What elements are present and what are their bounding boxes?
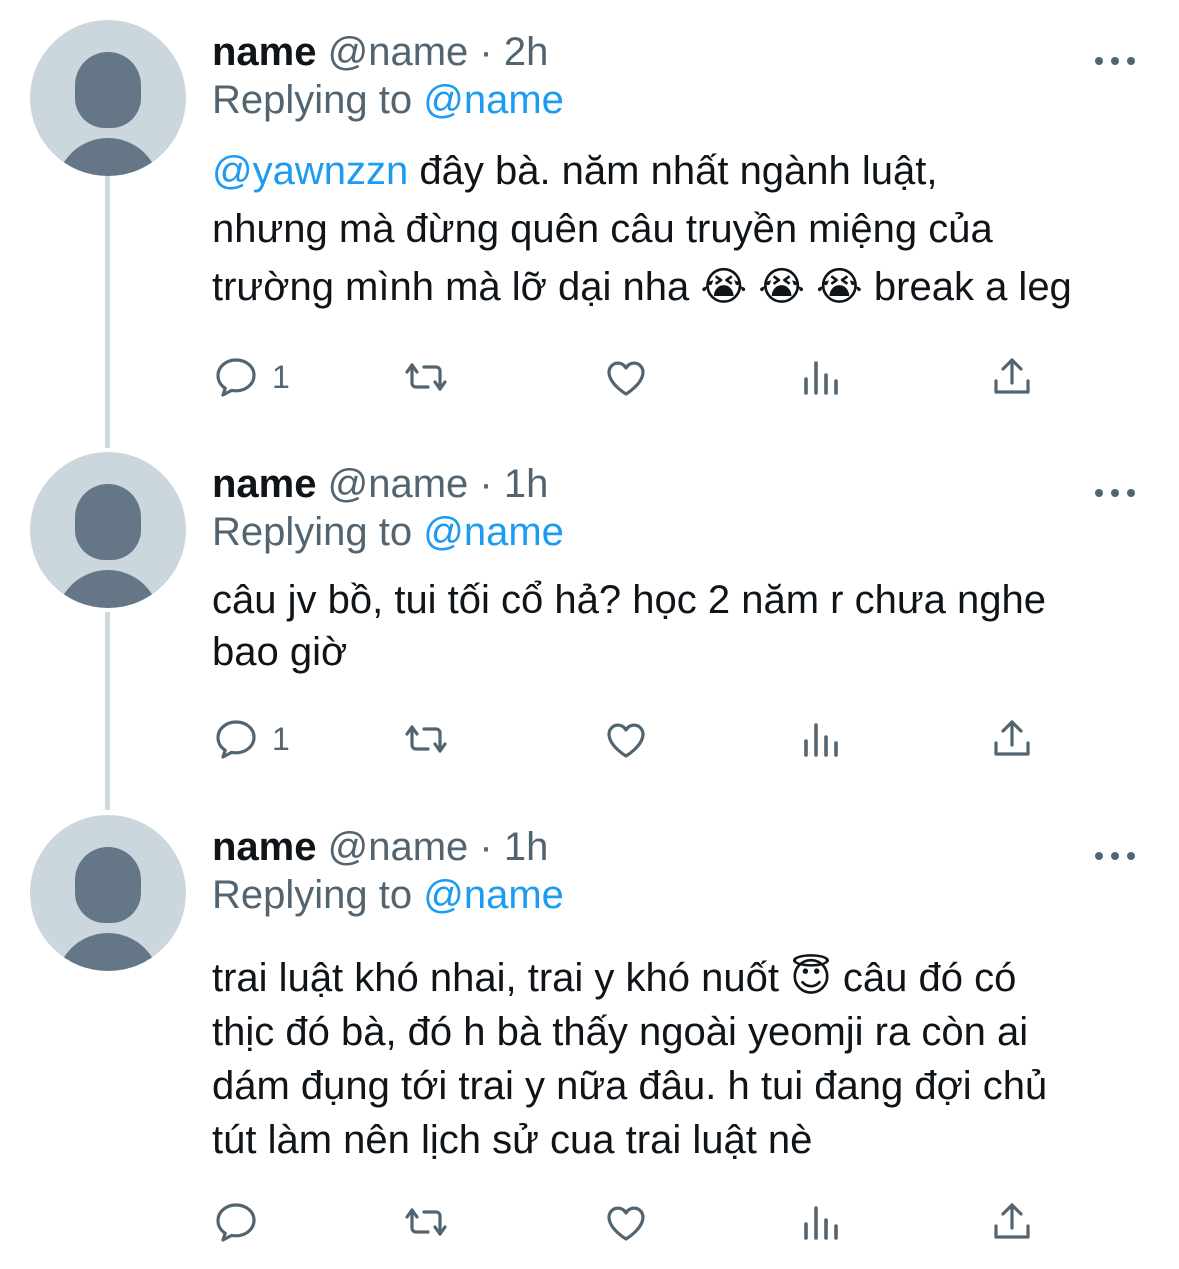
user-handle[interactable]: @name [328,462,469,506]
like-icon [607,723,645,758]
tweet-header: name @name · 1h [212,456,548,512]
reply-icon [216,1203,256,1242]
replying-handle[interactable]: @name [423,510,564,554]
analytics-icon [804,723,838,757]
share-icon [994,1203,1030,1239]
timestamp[interactable]: · 1h [479,462,548,506]
share-button[interactable] [988,1197,1036,1247]
like-icon [607,1206,645,1241]
share-button[interactable] [988,714,1036,764]
default-avatar-icon[interactable] [30,815,186,971]
replying-to: Replying to @name [212,869,564,921]
more-icon[interactable] [1095,488,1135,498]
replying-label: Replying to [212,873,413,917]
reply-button[interactable]: 1 [212,352,290,402]
tweet-actions: 1 [212,714,1072,764]
retweet-button[interactable] [402,352,450,402]
tweet-actions: 1 [212,352,1072,402]
share-button[interactable] [988,352,1036,402]
retweet-icon [405,1208,447,1236]
tweet-text: trai luật khó nhai, trai y khó nuốt 😇 câ… [212,956,1048,1162]
reply-button[interactable] [212,1197,272,1247]
reply-count: 1 [272,358,290,395]
tweet-text: @yawnzzn đây bà. năm nhất ngành luật, nh… [212,142,1152,316]
like-icon [607,361,645,396]
default-avatar-icon[interactable] [30,20,186,176]
reply-button[interactable]: 1 [212,714,290,764]
user-handle[interactable]: @name [328,30,469,74]
analytics-icon [804,361,838,395]
analytics-button[interactable] [796,352,844,402]
replying-handle[interactable]: @name [423,873,564,917]
replying-label: Replying to [212,510,413,554]
tweet-header: name @name · 1h [212,819,548,875]
display-name[interactable]: name [212,462,317,506]
retweet-icon [405,725,447,753]
display-name[interactable]: name [212,30,317,74]
tweet[interactable]: name @name · 1h Replying to @name câu jv… [0,452,1179,792]
tweet-text: câu jv bồ, tui tối cổ hả? học 2 năm r ch… [212,578,1046,674]
retweet-button[interactable] [402,714,450,764]
reply-icon [216,720,256,759]
reply-count: 1 [272,720,290,757]
share-icon [994,358,1030,394]
like-button[interactable] [602,714,650,764]
reply-icon [216,358,256,397]
share-icon [994,720,1030,756]
like-button[interactable] [602,1197,650,1247]
user-handle[interactable]: @name [328,825,469,869]
more-icon[interactable] [1095,851,1135,861]
analytics-icon [804,1206,838,1240]
tweet[interactable]: name @name · 1h Replying to @name trai l… [0,815,1179,1255]
replying-to: Replying to @name [212,506,564,558]
retweet-icon [405,363,447,391]
tweet-actions [212,1197,1072,1247]
default-avatar-icon[interactable] [30,452,186,608]
retweet-button[interactable] [402,1197,450,1247]
display-name[interactable]: name [212,825,317,869]
like-button[interactable] [602,352,650,402]
timestamp[interactable]: · 2h [479,30,548,74]
analytics-button[interactable] [796,714,844,764]
replying-to: Replying to @name [212,74,564,126]
tweet-header: name @name · 2h [212,24,548,80]
tweet[interactable]: name @name · 2h Replying to @name @yawnz… [0,20,1179,440]
analytics-button[interactable] [796,1197,844,1247]
more-icon[interactable] [1095,56,1135,66]
timestamp[interactable]: · 1h [479,825,548,869]
replying-handle[interactable]: @name [423,78,564,122]
mention-link[interactable]: @yawnzzn [212,149,408,193]
replying-label: Replying to [212,78,413,122]
